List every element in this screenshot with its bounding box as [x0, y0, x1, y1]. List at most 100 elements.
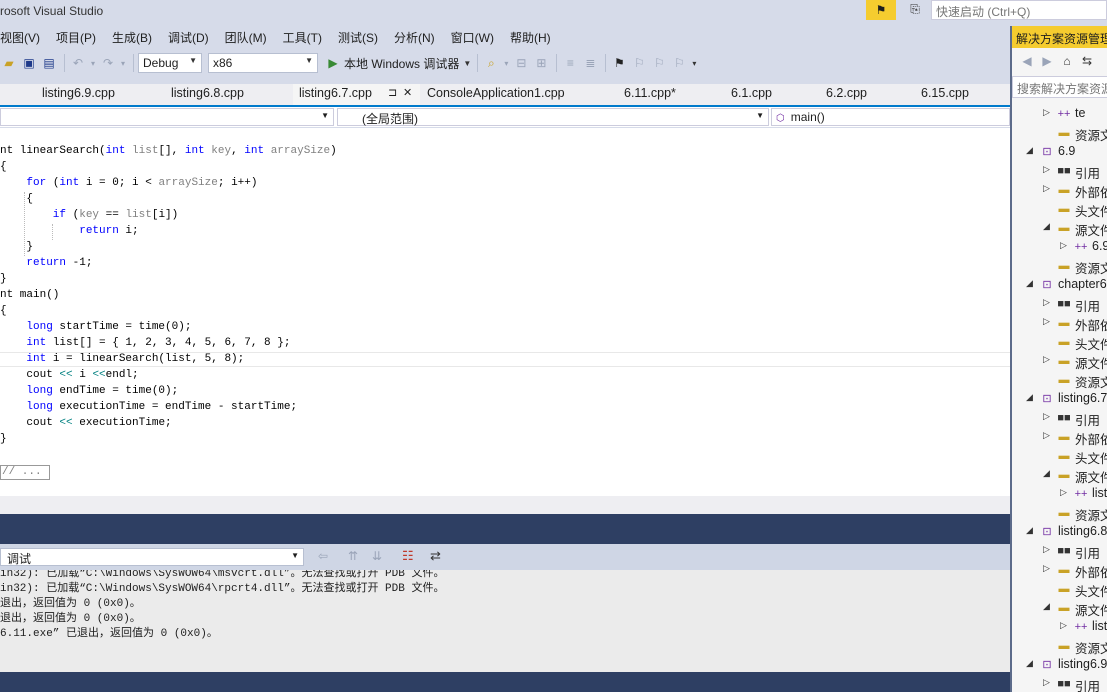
toolbar-overflow-icon[interactable]: ▾ [690, 54, 698, 72]
code-editor[interactable]: nt linearSearch(int list[], int key, int… [0, 128, 1010, 496]
feedback-icon[interactable]: ⎘ [906, 0, 924, 18]
tree-item[interactable]: ◢ ⊡ listing6.7 [1012, 389, 1107, 408]
tab-listing6-8[interactable]: listing6.8.cpp [171, 86, 244, 100]
start-debugging-icon[interactable]: ▶ [324, 54, 342, 72]
comment-lines-icon[interactable]: ≡ [561, 54, 579, 72]
expand-icon[interactable]: ▷ [1043, 316, 1050, 327]
tab-6-2[interactable]: 6.2.cpp [826, 86, 867, 100]
menu-build[interactable]: 生成(B) [103, 29, 159, 46]
expand-icon[interactable]: ▷ [1060, 487, 1067, 498]
undo-dropdown-icon[interactable]: ▾ [89, 54, 97, 72]
find-in-files-icon[interactable]: ⌕ [482, 54, 500, 72]
tree-item[interactable]: ▷ ++ te [1012, 104, 1107, 123]
clear-all-icon[interactable]: ☷ [402, 548, 414, 564]
pin-tab-icon[interactable]: ⊐ [388, 86, 397, 99]
expand-icon[interactable]: ▷ [1043, 411, 1050, 422]
tree-item[interactable]: ◢▬源文件 [1012, 218, 1107, 238]
bookmark-icon[interactable]: ⚑ [610, 54, 628, 72]
tree-item[interactable]: ◢ ⊡ listing6.8 [1012, 522, 1107, 541]
collapse-icon[interactable]: ◢ [1043, 468, 1050, 479]
tree-item[interactable]: ◢ ⊡ 6.9 [1012, 142, 1107, 161]
tree-item[interactable]: ▬资源文件 [1012, 256, 1107, 277]
tree-item[interactable]: ▷ ++ listing6.7.cpp [1012, 484, 1107, 503]
word-wrap-icon[interactable]: ⇄ [430, 548, 441, 564]
expand-icon[interactable]: ▷ [1060, 240, 1067, 251]
tree-item[interactable]: ▷▬外部依赖项 [1012, 560, 1107, 580]
member-dropdown[interactable]: ⬡ main() [771, 108, 1010, 126]
close-tab-icon[interactable]: ✕ [403, 86, 412, 99]
next-bookmark-icon[interactable]: ⚐ [650, 54, 668, 72]
expand-icon[interactable]: ▷ [1043, 430, 1050, 441]
tab-6-11[interactable]: 6.11.cpp* [624, 86, 676, 100]
redo-icon[interactable]: ↷ [99, 54, 117, 72]
previous-bookmark-icon[interactable]: ⚐ [630, 54, 648, 72]
open-folder-icon[interactable]: ▰ [0, 54, 18, 72]
tree-item[interactable]: ▷ ++ 6.9.cpp [1012, 237, 1107, 256]
tree-item[interactable]: ▷▬外部依赖项 [1012, 313, 1107, 333]
redo-dropdown-icon[interactable]: ▾ [119, 54, 127, 72]
tree-item[interactable]: ◢ ⊡ chapter6 [1012, 275, 1107, 294]
output-pane[interactable]: in32): 已加载“C:\Windows\SysWOW64\msvcrt.dl… [0, 570, 1010, 672]
debugger-dropdown-icon[interactable]: ▼ [463, 54, 471, 72]
tree-item[interactable]: ▬资源文件 [1012, 370, 1107, 391]
forward-icon[interactable]: ▶ [1038, 52, 1056, 70]
panel-splitter[interactable] [0, 514, 1010, 544]
tree-item[interactable]: ▷ ■■ 引用 [1012, 161, 1107, 181]
tab-6-15[interactable]: 6.15.cpp [921, 86, 969, 100]
solution-config-select[interactable]: Debug ▼ [138, 53, 202, 73]
tree-item[interactable]: ▬头文件 [1012, 579, 1107, 600]
menu-analyze[interactable]: 分析(N) [385, 29, 442, 46]
tree-item[interactable]: ▷ ■■ 引用 [1012, 408, 1107, 428]
horizontal-scroll-area[interactable] [0, 496, 1010, 514]
start-debugger-button[interactable]: 本地 Windows 调试器 [344, 55, 459, 72]
save-icon[interactable]: ▣ [20, 54, 38, 72]
menu-view[interactable]: 视图(V) [0, 29, 47, 46]
tree-item[interactable]: ▷▬外部依赖项 [1012, 427, 1107, 447]
tree-item[interactable]: ▬头文件 [1012, 446, 1107, 467]
output-source-select[interactable]: 调试 ▼ [0, 548, 304, 566]
tab-consoleapplication1[interactable]: ConsoleApplication1.cpp [427, 86, 565, 100]
expand-icon[interactable]: ▷ [1043, 677, 1050, 688]
tree-item[interactable]: ▷ ++ listing6.8.cpp [1012, 617, 1107, 636]
save-all-icon[interactable]: ▤ [40, 54, 58, 72]
uncomment-lines-icon[interactable]: ≣ [581, 54, 599, 72]
collapsed-region[interactable]: // ... [0, 465, 50, 480]
toggle-comment-icon[interactable]: ⊟ [512, 54, 530, 72]
expand-icon[interactable]: ▷ [1060, 620, 1067, 631]
menu-tools[interactable]: 工具(T) [274, 29, 329, 46]
tree-item[interactable]: ▬资源文件 [1012, 503, 1107, 524]
collapse-icon[interactable]: ◢ [1026, 145, 1033, 156]
tree-item[interactable]: ▷ ■■ 引用 [1012, 294, 1107, 314]
collapse-icon[interactable]: ◢ [1026, 278, 1033, 289]
tree-item[interactable]: ▷▬外部依赖项 [1012, 180, 1107, 200]
menu-project[interactable]: 项目(P) [47, 29, 103, 46]
expand-icon[interactable]: ▷ [1043, 107, 1050, 118]
quick-launch-input[interactable]: 快速启动 (Ctrl+Q) [931, 0, 1107, 20]
sync-icon[interactable]: ⇆ [1078, 52, 1096, 70]
back-icon[interactable]: ◀ [1018, 52, 1036, 70]
menu-window[interactable]: 窗口(W) [442, 29, 501, 46]
expand-icon[interactable]: ▷ [1043, 164, 1050, 175]
undo-icon[interactable]: ↶ [69, 54, 87, 72]
collapse-icon[interactable]: ◢ [1026, 392, 1033, 403]
notification-flag-icon[interactable]: ⚑ [866, 0, 896, 20]
solution-search-input[interactable]: 搜索解决方案资源管理器 [1012, 76, 1107, 98]
scope-dropdown[interactable]: (全局范围) ▼ [337, 108, 769, 126]
next-message-icon[interactable]: ⇊ [372, 549, 382, 563]
tree-item[interactable]: ▬头文件 [1012, 332, 1107, 353]
menu-team[interactable]: 团队(M) [216, 29, 274, 46]
tab-listing6-9[interactable]: listing6.9.cpp [42, 86, 115, 100]
find-dropdown-icon[interactable]: ▾ [502, 54, 510, 72]
clear-bookmarks-icon[interactable]: ⚐ [670, 54, 688, 72]
collapse-icon[interactable]: ◢ [1043, 601, 1050, 612]
collapse-icon[interactable]: ◢ [1026, 658, 1033, 669]
expand-icon[interactable]: ▷ [1043, 183, 1050, 194]
home-icon[interactable]: ⌂ [1058, 52, 1076, 70]
tree-item[interactable]: ▷ ■■ 引用 [1012, 674, 1107, 692]
tree-item[interactable]: ◢ ⊡ listing6.9 [1012, 655, 1107, 674]
tree-item[interactable]: ▬资源文件 [1012, 123, 1107, 144]
expand-icon[interactable]: ▷ [1043, 354, 1050, 365]
menu-debug[interactable]: 调试(D) [159, 29, 216, 46]
expand-icon[interactable]: ▷ [1043, 563, 1050, 574]
expand-icon[interactable]: ▷ [1043, 544, 1050, 555]
